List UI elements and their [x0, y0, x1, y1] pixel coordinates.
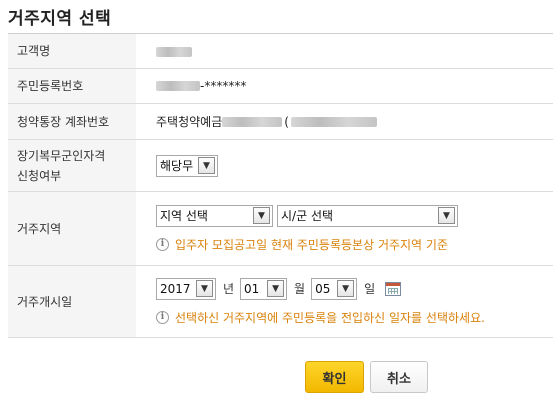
- account-number-redacted: [222, 116, 283, 127]
- chevron-down-icon: ▼: [438, 207, 455, 224]
- province-select[interactable]: 지역 선택 ▼: [156, 204, 273, 227]
- account-paren: (: [284, 114, 289, 129]
- long-service-select[interactable]: 해당무 ▼: [156, 154, 218, 177]
- account-product: 주택청약예금: [156, 115, 223, 129]
- row-region: 거주지역 지역 선택 ▼ 시/군 선택 ▼ i 입주자 모집공고일 현재 주민등…: [8, 192, 553, 266]
- calendar-icon[interactable]: [385, 281, 402, 296]
- chevron-down-icon: ▼: [337, 280, 355, 297]
- month-unit: 월: [294, 282, 306, 296]
- year-unit: 년: [223, 282, 235, 296]
- residence-form: 고객명 주민등록번호 -******* 청약통장 계좌번호 주택청약예금 (장…: [8, 33, 553, 338]
- start-date-notice: i 선택하신 거주지역에 주민등록을 전입하신 일자를 선택하세요.: [156, 309, 553, 326]
- row-resident-no: 주민등록번호 -*******: [8, 69, 553, 104]
- month-select[interactable]: 01 ▼: [240, 277, 288, 300]
- resident-no-redacted: [156, 81, 200, 91]
- resident-no-masked: -*******: [200, 79, 247, 93]
- day-select[interactable]: 05 ▼: [311, 277, 358, 300]
- chevron-down-icon: ▼: [196, 280, 213, 297]
- row-customer-name: 고객명: [8, 34, 553, 69]
- cancel-button[interactable]: 취소: [370, 361, 428, 393]
- customer-name-label: 고객명: [8, 34, 136, 68]
- chevron-down-icon: ▼: [198, 157, 215, 174]
- info-icon: i: [156, 310, 169, 324]
- account-holder-redacted: [290, 116, 377, 127]
- customer-name-redacted: [156, 46, 192, 57]
- row-long-service: 장기복무군인자격 신청여부 해당무 ▼: [8, 140, 553, 192]
- city-select[interactable]: 시/군 선택 ▼: [277, 204, 458, 227]
- chevron-down-icon: ▼: [253, 207, 270, 224]
- row-start-date: 거주개시일 2017 ▼ 년 01 ▼ 월 05 ▼ 일 i 선택하신 거주지역…: [8, 266, 553, 338]
- page-title: 거주지역 선택: [8, 9, 112, 29]
- account-label: 청약통장 계좌번호: [8, 104, 136, 139]
- resident-no-label: 주민등록번호: [8, 69, 136, 103]
- confirm-button[interactable]: 확인: [305, 361, 364, 393]
- long-service-label: 장기복무군인자격 신청여부: [8, 140, 136, 191]
- row-account: 청약통장 계좌번호 주택청약예금 (: [8, 104, 553, 140]
- info-icon: i: [156, 237, 169, 251]
- chevron-down-icon: ▼: [267, 280, 285, 297]
- year-select[interactable]: 2017 ▼: [156, 277, 216, 300]
- day-unit: 일: [364, 282, 376, 296]
- region-label: 거주지역: [8, 192, 136, 265]
- region-notice: i 입주자 모집공고일 현재 주민등록등본상 거주지역 기준: [156, 236, 553, 253]
- start-date-label: 거주개시일: [8, 266, 136, 337]
